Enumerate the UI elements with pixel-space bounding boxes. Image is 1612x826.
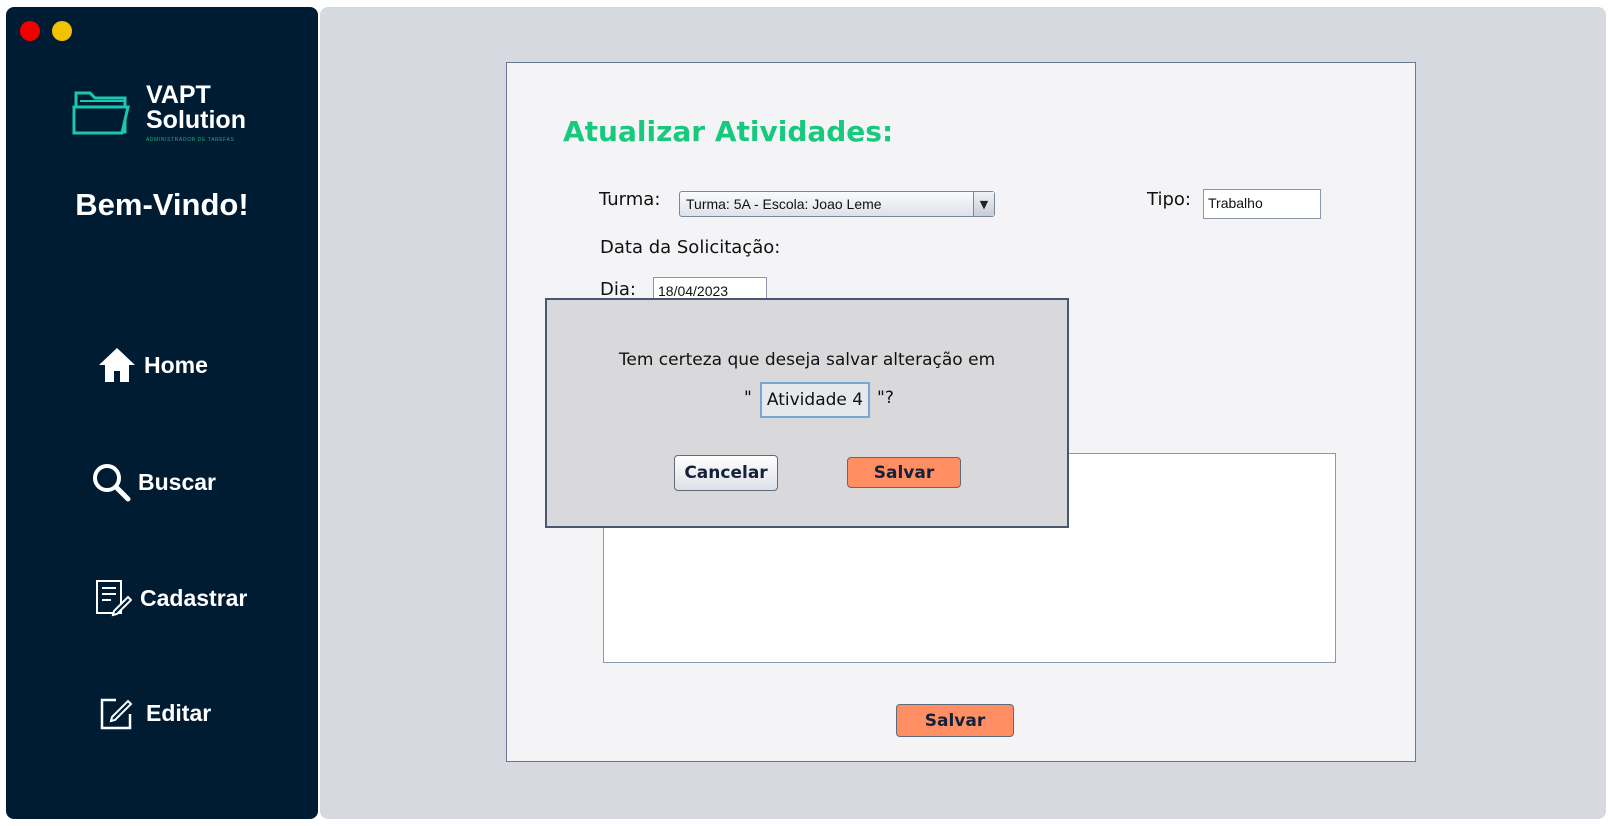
- turma-select[interactable]: Turma: 5A - Escola: Joao Leme ▼: [679, 191, 995, 217]
- logo-tagline: ADMINISTRADOR DE TAREFAS: [146, 137, 235, 143]
- turma-label: Turma:: [599, 189, 661, 210]
- page-title: Atualizar Atividades:: [563, 115, 894, 148]
- logo-line-2: Solution: [146, 106, 246, 134]
- dialog-save-button[interactable]: Salvar: [847, 457, 961, 488]
- sidebar-item-editar[interactable]: Editar: [98, 695, 211, 731]
- folder-icon: [72, 91, 130, 135]
- dialog-quote-close: "?: [877, 388, 894, 408]
- sidebar-item-label: Home: [144, 351, 208, 378]
- search-icon: [93, 464, 131, 502]
- dialog-message: Tem certeza que deseja salvar alteração …: [618, 350, 996, 370]
- minimize-window-button[interactable]: [52, 21, 72, 41]
- tipo-label: Tipo:: [1147, 189, 1191, 210]
- close-window-button[interactable]: [20, 21, 40, 41]
- sidebar-item-label: Buscar: [138, 468, 216, 495]
- save-button[interactable]: Salvar: [896, 704, 1014, 737]
- confirm-dialog: Tem certeza que deseja salvar alteração …: [545, 298, 1069, 528]
- logo-line-1: VAPT: [146, 81, 211, 109]
- sidebar-item-cadastrar[interactable]: Cadastrar: [94, 579, 247, 617]
- sidebar-item-label: Editar: [146, 699, 212, 726]
- turma-select-value: Turma: 5A - Escola: Joao Leme: [686, 196, 882, 212]
- data-solicitacao-label: Data da Solicitação:: [600, 237, 781, 258]
- sidebar-item-label: Cadastrar: [140, 584, 248, 611]
- cancel-button[interactable]: Cancelar: [674, 455, 778, 491]
- sidebar-item-buscar[interactable]: Buscar: [90, 461, 216, 503]
- edit-icon: [100, 698, 133, 730]
- activity-name-field[interactable]: Atividade 4: [760, 382, 870, 418]
- welcome-heading: Bem-Vindo!: [75, 187, 249, 222]
- chevron-down-icon[interactable]: ▼: [973, 192, 994, 216]
- form-edit-icon: [96, 580, 132, 617]
- dia-label: Dia:: [600, 279, 636, 300]
- tipo-field[interactable]: Trabalho: [1203, 189, 1321, 219]
- dialog-quote-open: ": [744, 388, 752, 408]
- app-logo: VAPT Solution ADMINISTRADOR DE TAREFAS: [72, 81, 272, 151]
- sidebar: VAPT Solution ADMINISTRADOR DE TAREFAS B…: [6, 7, 318, 819]
- home-icon: [99, 348, 135, 382]
- sidebar-item-home[interactable]: Home: [96, 345, 208, 385]
